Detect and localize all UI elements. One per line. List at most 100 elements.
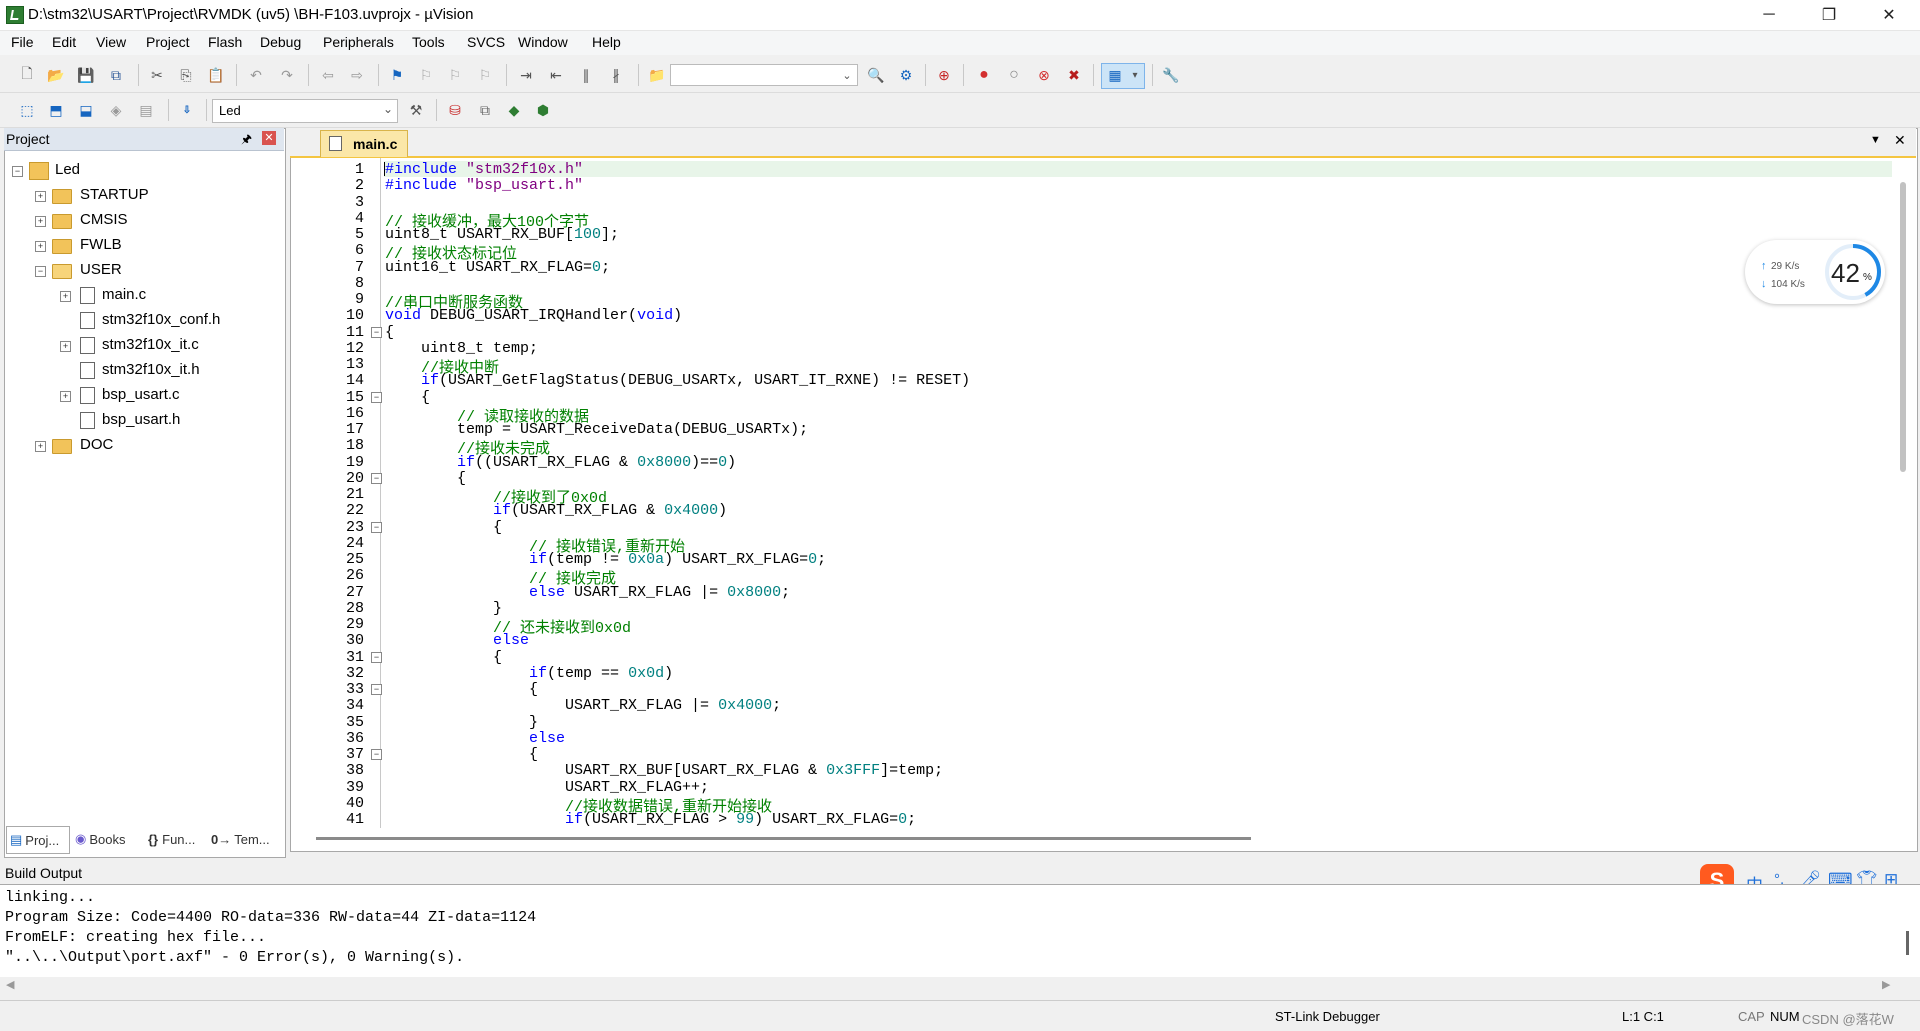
tree-file-main-c[interactable]: main.c	[102, 286, 146, 303]
download-load-icon[interactable]: ⇩	[176, 99, 198, 121]
target-select[interactable]: Led ⌄	[212, 99, 398, 123]
tab-project[interactable]: ▤ Proj...	[6, 826, 70, 854]
code-line[interactable]: uint8_t temp;	[385, 340, 538, 357]
fold-collapse-icon[interactable]: −	[371, 684, 382, 695]
tab-templates[interactable]: 0→ Tem...	[208, 826, 278, 852]
nav-back-icon[interactable]: ⇦	[317, 64, 339, 86]
menu-window[interactable]: Window	[518, 34, 568, 50]
code-line[interactable]: {	[385, 681, 538, 698]
close-button[interactable]: ✕	[1860, 0, 1918, 30]
code-line[interactable]: if(temp == 0x0d)	[385, 665, 673, 682]
nav-forward-icon[interactable]: ⇨	[346, 64, 368, 86]
fold-collapse-icon[interactable]: −	[371, 521, 382, 533]
pin-icon[interactable]: 🖈	[241, 130, 252, 151]
target-options-icon[interactable]: ⚒	[405, 99, 427, 121]
collapse-icon[interactable]: −	[12, 166, 23, 177]
code-line[interactable]: {	[385, 649, 502, 666]
expand-icon[interactable]: +	[35, 241, 46, 252]
incremental-find-icon[interactable]: ⚙	[895, 64, 917, 86]
code-line[interactable]: {	[385, 324, 394, 341]
tree-file-conf-h[interactable]: stm32f10x_conf.h	[102, 311, 220, 328]
code-line[interactable]: USART_RX_FLAG++;	[385, 779, 709, 796]
fold-collapse-icon[interactable]: −	[371, 326, 382, 338]
code-line[interactable]: {	[385, 389, 430, 406]
fold-collapse-icon[interactable]: −	[371, 472, 382, 484]
editor-horizontal-scrollbar[interactable]	[316, 837, 1251, 840]
undo-icon[interactable]: ↶	[245, 64, 267, 86]
tree-file-bsp-usart-h[interactable]: bsp_usart.h	[102, 411, 180, 428]
editor-vertical-scrollbar[interactable]	[1900, 182, 1906, 472]
output-vertical-scrollbar[interactable]	[1906, 931, 1909, 955]
chevron-down-icon[interactable]: ▾	[1124, 64, 1146, 86]
find-combo[interactable]	[670, 64, 858, 86]
find-icon[interactable]: 🔍	[865, 64, 887, 86]
code-line[interactable]: if(USART_RX_FLAG & 0x4000)	[385, 502, 727, 519]
code-line[interactable]: else USART_RX_FLAG |= 0x8000;	[385, 584, 790, 601]
expand-icon[interactable]: +	[35, 191, 46, 202]
translate-icon[interactable]: ⬚	[16, 99, 38, 121]
tab-main-c[interactable]: main.c	[320, 130, 408, 157]
network-speed-widget[interactable]: ↑ 29 K/s ↓ 104 K/s 42 %	[1745, 240, 1885, 304]
tree-group-fwlb[interactable]: FWLB	[80, 236, 122, 253]
tree-file-it-c[interactable]: stm32f10x_it.c	[102, 336, 199, 353]
expand-icon[interactable]: +	[35, 216, 46, 227]
tree-group-user[interactable]: USER	[80, 261, 122, 278]
file-extensions-icon[interactable]: ⧉	[474, 99, 496, 121]
fold-collapse-icon[interactable]: −	[371, 749, 382, 760]
start-debug-icon[interactable]: ⊕	[933, 64, 955, 86]
open-folder-icon[interactable]: 📂	[45, 64, 67, 86]
menu-view[interactable]: View	[96, 34, 126, 50]
code-line[interactable]: #include "stm32f10x.h"	[385, 161, 583, 178]
minimize-button[interactable]: ─	[1740, 0, 1798, 30]
unindent-icon[interactable]: ⇤	[545, 64, 567, 86]
code-line[interactable]: }	[385, 714, 538, 731]
cut-icon[interactable]: ✂	[146, 64, 168, 86]
menu-flash[interactable]: Flash	[208, 34, 242, 50]
kill-all-breakpoints-icon[interactable]: ✖	[1063, 64, 1085, 86]
save-icon[interactable]: 💾	[75, 64, 97, 86]
fold-collapse-icon[interactable]: −	[371, 651, 382, 663]
bookmark-icon[interactable]: ⚑	[386, 64, 408, 86]
code-line[interactable]: {	[385, 746, 538, 763]
chevron-down-icon[interactable]: ⌄	[383, 102, 393, 116]
clear-bookmarks-icon[interactable]: ⚐	[474, 64, 496, 86]
tab-functions[interactable]: {} Fun...	[144, 826, 206, 852]
menu-tools[interactable]: Tools	[412, 34, 445, 50]
code-line[interactable]: USART_RX_FLAG |= 0x4000;	[385, 697, 781, 714]
batch-build-icon[interactable]: ◈	[105, 99, 127, 121]
tree-file-bsp-usart-c[interactable]: bsp_usart.c	[102, 386, 180, 403]
code-line[interactable]: else	[385, 730, 565, 747]
build-icon[interactable]: ⬒	[45, 99, 67, 121]
new-file-icon[interactable]: 🗋	[16, 64, 38, 86]
menu-debug[interactable]: Debug	[260, 34, 301, 50]
manage-project-items-icon[interactable]: ⛁	[444, 99, 466, 121]
fold-collapse-icon[interactable]: −	[371, 391, 382, 403]
rebuild-icon[interactable]: ⬓	[75, 99, 97, 121]
tree-root-label[interactable]: Led	[55, 161, 80, 178]
expand-icon[interactable]: +	[60, 391, 71, 402]
tree-group-startup[interactable]: STARTUP	[80, 186, 149, 203]
copy-icon[interactable]: ⎘	[175, 64, 197, 86]
expand-icon[interactable]: +	[60, 341, 71, 352]
find-in-files-icon[interactable]: 📁	[646, 64, 668, 86]
menu-peripherals[interactable]: Peripherals	[323, 34, 394, 50]
redo-icon[interactable]: ↷	[276, 64, 298, 86]
code-line[interactable]: #include "bsp_usart.h"	[385, 177, 583, 194]
scroll-left-icon[interactable]: ◀	[6, 978, 14, 991]
code-line[interactable]: void DEBUG_USART_IRQHandler(void)	[385, 307, 682, 324]
code-line[interactable]: {	[385, 470, 466, 487]
restore-button[interactable]: ❐	[1800, 0, 1858, 30]
indent-icon[interactable]: ⇥	[515, 64, 537, 86]
save-all-icon[interactable]: ⧉	[105, 64, 127, 86]
expand-icon[interactable]: +	[35, 441, 46, 452]
manage-rte-icon[interactable]: ⬢	[532, 99, 554, 121]
breakpoint-disable-icon[interactable]: ○	[1003, 64, 1025, 86]
breakpoint-insert-icon[interactable]: ●	[973, 64, 995, 86]
menu-edit[interactable]: Edit	[52, 34, 76, 50]
close-panel-icon[interactable]: ✕	[262, 131, 276, 145]
comment-icon[interactable]: ∥	[575, 64, 597, 86]
tree-group-cmsis[interactable]: CMSIS	[80, 211, 128, 228]
pack-installer-icon[interactable]: ◆	[503, 99, 525, 121]
configure-icon[interactable]: 🔧	[1160, 64, 1182, 86]
code-line[interactable]: }	[385, 600, 502, 617]
